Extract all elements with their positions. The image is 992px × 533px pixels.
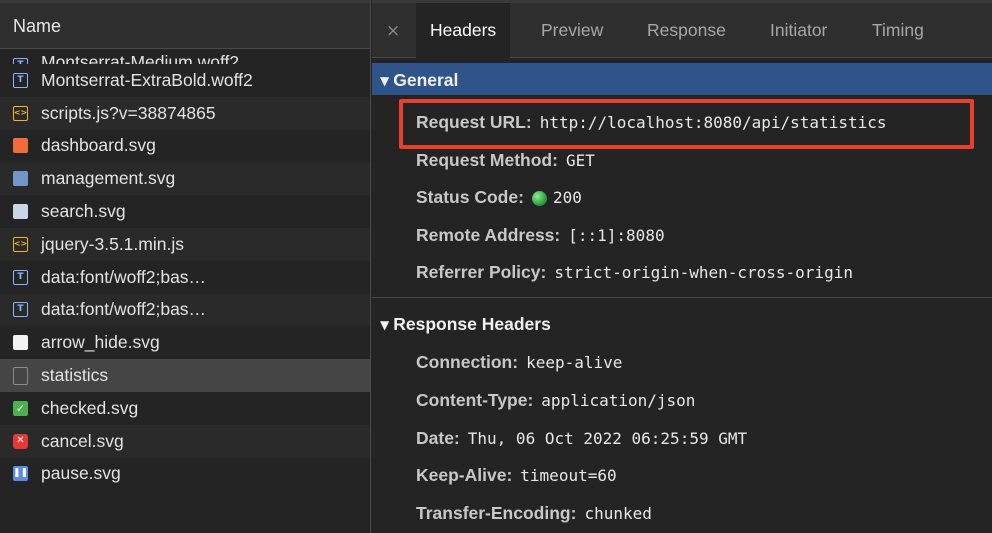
header-value[interactable]: strict-origin-when-cross-origin bbox=[554, 263, 853, 282]
font-icon: T bbox=[13, 302, 28, 318]
header-value[interactable]: GET bbox=[566, 151, 595, 170]
script-icon: <> bbox=[13, 105, 28, 121]
tab-preview[interactable]: Preview bbox=[541, 3, 603, 58]
request-url-highlight-box bbox=[399, 99, 974, 149]
request-row[interactable]: T data:font/woff2;bas… bbox=[0, 261, 370, 294]
details-tab-bar: × Headers Preview Response Initiator Tim… bbox=[372, 0, 992, 59]
header-row-request-method: Request Method: GET bbox=[416, 145, 595, 175]
request-name: jquery-3.5.1.min.js bbox=[41, 233, 184, 254]
image-icon bbox=[13, 171, 28, 187]
request-row[interactable]: <> scripts.js?v=38874865 bbox=[0, 96, 370, 130]
header-row-keep-alive: Keep-Alive: timeout=60 bbox=[416, 460, 617, 490]
header-value[interactable]: keep-alive bbox=[526, 353, 622, 372]
pause-icon: ❚❚ bbox=[13, 466, 28, 482]
header-value[interactable]: chunked bbox=[584, 504, 651, 523]
request-name: management.svg bbox=[41, 168, 176, 189]
request-list: T Montserrat-Medium.woff2 T Montserrat-E… bbox=[0, 49, 370, 491]
header-key: Transfer-Encoding: bbox=[416, 502, 577, 523]
header-key: Referrer Policy: bbox=[416, 261, 547, 282]
request-list-panel: Name T Montserrat-Medium.woff2 T Montser… bbox=[0, 0, 371, 533]
close-icon[interactable]: × bbox=[386, 21, 400, 41]
header-key: Remote Address: bbox=[416, 224, 561, 245]
header-row-transfer-encoding: Transfer-Encoding: chunked bbox=[416, 498, 652, 528]
name-column-header[interactable]: Name bbox=[0, 0, 370, 49]
script-icon: <> bbox=[13, 236, 28, 252]
triangle-down-icon: ▼ bbox=[380, 318, 390, 332]
request-row[interactable]: search.svg bbox=[0, 195, 370, 228]
section-title: General bbox=[393, 70, 459, 90]
font-icon: T bbox=[13, 58, 28, 64]
request-row[interactable]: T data:font/woff2;bas… bbox=[0, 293, 370, 327]
home-image-icon bbox=[13, 138, 28, 154]
header-value[interactable]: Thu, 06 Oct 2022 06:25:59 GMT bbox=[468, 429, 747, 448]
request-name: cancel.svg bbox=[41, 430, 124, 451]
header-key: Keep-Alive: bbox=[416, 464, 513, 485]
cancel-icon: ✕ bbox=[13, 433, 28, 449]
header-key: Connection: bbox=[416, 351, 519, 372]
request-row[interactable]: T Montserrat-Medium.woff2 bbox=[0, 49, 370, 64]
tab-headers[interactable]: Headers bbox=[416, 3, 511, 59]
tab-response[interactable]: Response bbox=[647, 3, 726, 58]
header-row-remote-address: Remote Address: [::1]:8080 bbox=[416, 220, 665, 250]
header-row-status-code: Status Code: 200 bbox=[416, 182, 582, 212]
request-name: scripts.js?v=38874865 bbox=[41, 102, 216, 123]
font-icon: T bbox=[13, 72, 28, 88]
request-name: pause.svg bbox=[41, 463, 121, 484]
header-key: Status Code: bbox=[416, 186, 524, 207]
tab-initiator[interactable]: Initiator bbox=[770, 3, 827, 58]
triangle-down-icon: ▼ bbox=[380, 74, 390, 88]
header-row-connection: Connection: keep-alive bbox=[416, 347, 622, 377]
general-section-header[interactable]: ▼ General bbox=[372, 63, 992, 95]
image-icon bbox=[13, 204, 28, 220]
header-key: Request Method: bbox=[416, 149, 558, 170]
status-ok-icon bbox=[531, 190, 547, 206]
request-name: search.svg bbox=[41, 201, 126, 222]
document-icon bbox=[13, 366, 28, 385]
header-value[interactable]: [::1]:8080 bbox=[568, 226, 664, 245]
header-row-referrer-policy: Referrer Policy: strict-origin-when-cros… bbox=[416, 257, 853, 287]
request-row[interactable]: ✓ checked.svg bbox=[0, 392, 370, 425]
request-row[interactable]: dashboard.svg bbox=[0, 130, 370, 163]
tab-timing[interactable]: Timing bbox=[872, 3, 924, 58]
header-value[interactable]: application/json bbox=[541, 391, 695, 410]
section-title: Response Headers bbox=[393, 314, 551, 334]
request-name: data:font/woff2;bas… bbox=[41, 266, 207, 287]
header-row-date: Date: Thu, 06 Oct 2022 06:25:59 GMT bbox=[416, 423, 747, 453]
request-name: statistics bbox=[41, 365, 109, 386]
request-row[interactable]: arrow_hide.svg bbox=[0, 326, 370, 359]
request-name: data:font/woff2;bas… bbox=[41, 299, 207, 320]
check-icon: ✓ bbox=[13, 400, 28, 416]
request-row[interactable]: <> jquery-3.5.1.min.js bbox=[0, 227, 370, 261]
request-name: Montserrat-ExtraBold.woff2 bbox=[41, 69, 253, 90]
request-name: checked.svg bbox=[41, 397, 139, 418]
request-name: dashboard.svg bbox=[41, 135, 156, 156]
header-row-content-type: Content-Type: application/json bbox=[416, 385, 695, 415]
response-headers-section-header[interactable]: ▼ Response Headers bbox=[372, 307, 992, 339]
request-name: Montserrat-Medium.woff2 bbox=[41, 52, 240, 64]
header-value[interactable]: 200 bbox=[553, 188, 582, 207]
request-details-panel: × Headers Preview Response Initiator Tim… bbox=[372, 0, 992, 533]
section-divider bbox=[372, 297, 992, 298]
request-name: arrow_hide.svg bbox=[41, 332, 160, 353]
header-key: Content-Type: bbox=[416, 389, 534, 410]
header-key: Date: bbox=[416, 427, 460, 448]
header-value[interactable]: timeout=60 bbox=[520, 466, 616, 485]
request-row[interactable]: ❚❚ pause.svg bbox=[0, 458, 370, 491]
font-icon: T bbox=[13, 269, 28, 285]
request-row[interactable]: ✕ cancel.svg bbox=[0, 424, 370, 458]
request-row[interactable]: T Montserrat-ExtraBold.woff2 bbox=[0, 64, 370, 97]
request-row-selected[interactable]: statistics bbox=[0, 359, 370, 392]
image-icon bbox=[13, 335, 28, 351]
request-row[interactable]: management.svg bbox=[0, 162, 370, 196]
